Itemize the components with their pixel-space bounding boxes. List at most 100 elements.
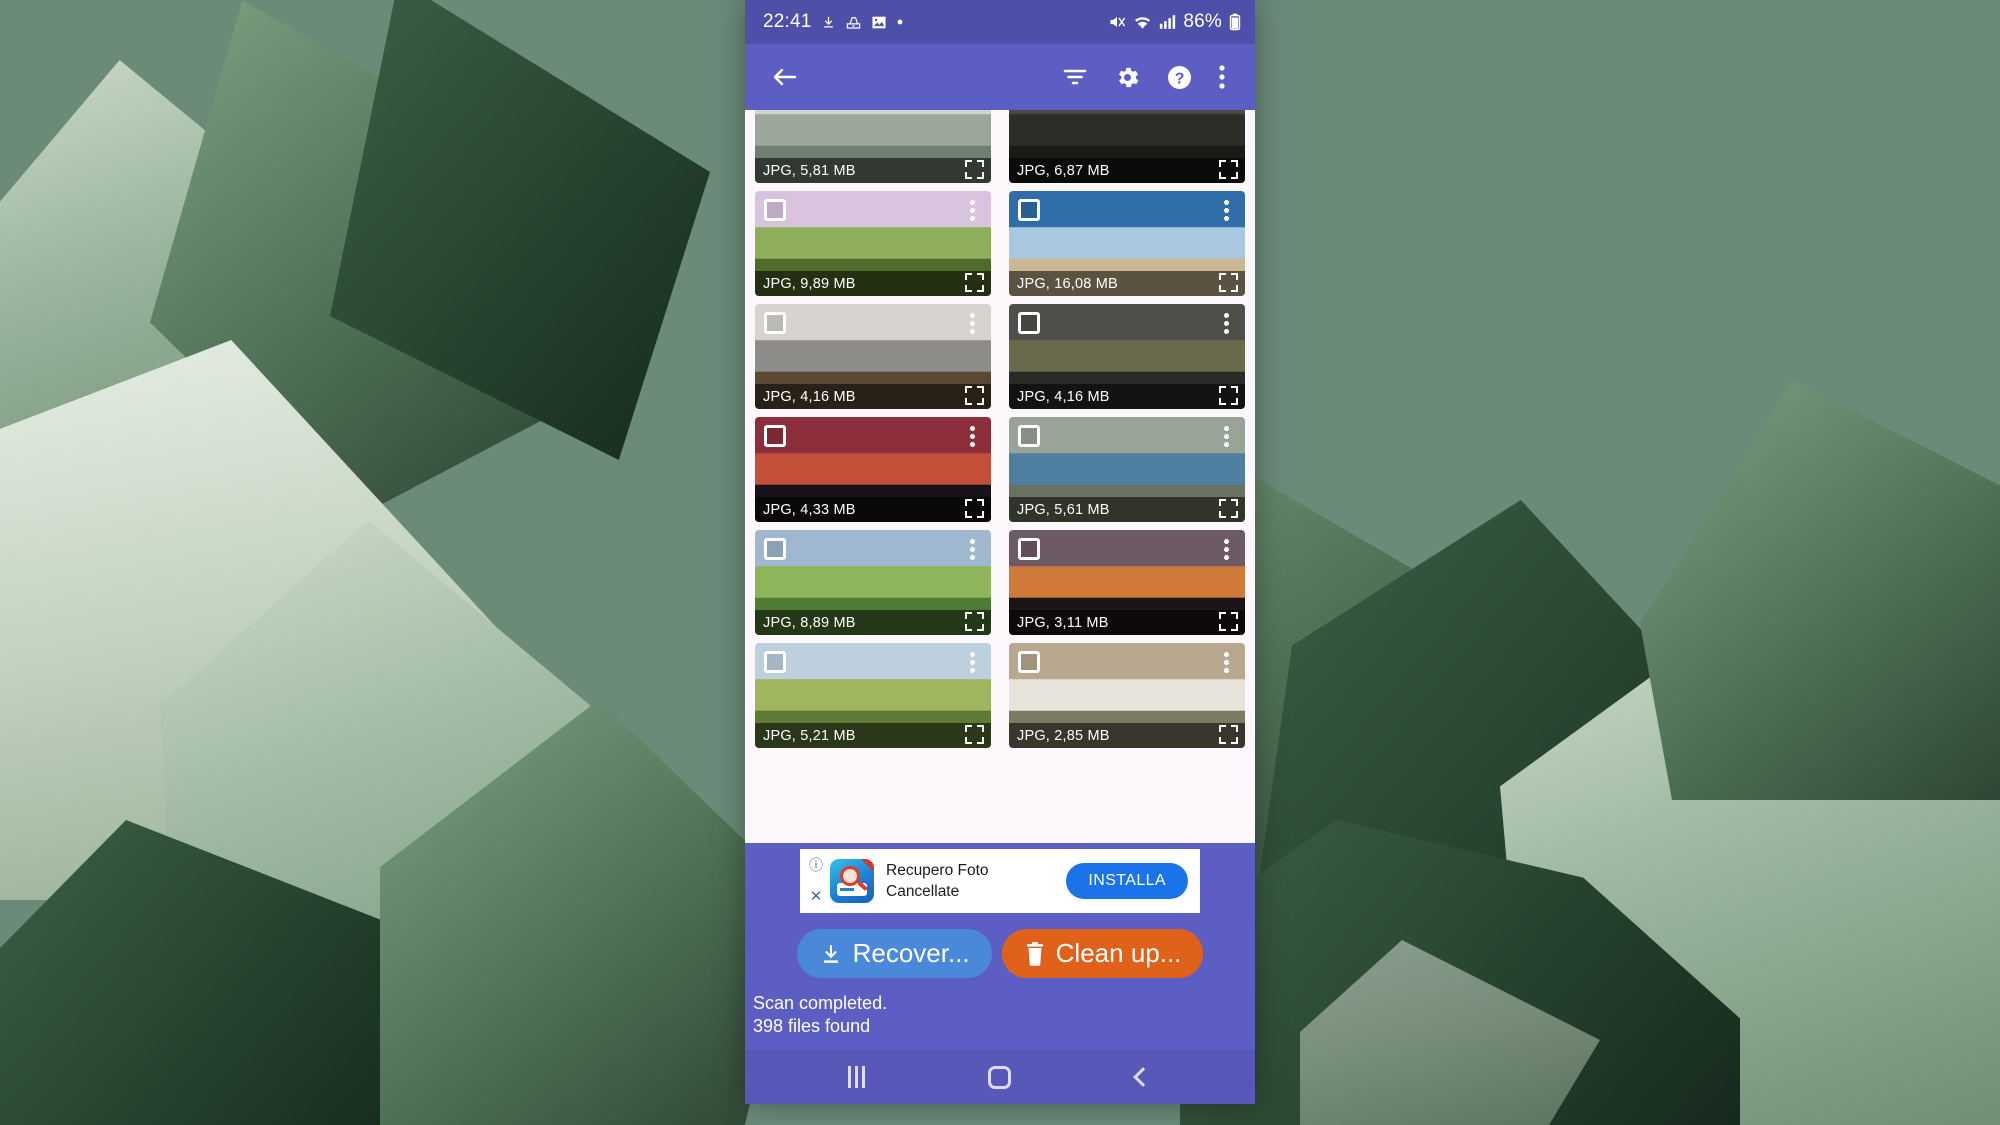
expand-icon[interactable] xyxy=(1219,499,1238,518)
wifi-icon xyxy=(1135,17,1151,29)
ad-install-button[interactable]: INSTALLA xyxy=(1066,863,1188,899)
ad-banner[interactable]: ⓘ ✕ Recupero Foto Cancellate INSTALLA xyxy=(800,849,1200,913)
ad-app-icon xyxy=(830,859,874,903)
expand-icon[interactable] xyxy=(1219,612,1238,631)
filter-icon[interactable] xyxy=(1049,51,1101,103)
photo-tile[interactable]: JPG, 4,33 MB xyxy=(755,417,991,522)
desktop-wallpaper: 22:41 86% ? JPG, 5,81 MB JPG, 6,87 MB JP… xyxy=(0,0,2000,1125)
photo-size-label: JPG, 5,61 MB xyxy=(1009,497,1245,522)
photo-overflow-menu-icon[interactable] xyxy=(962,536,982,562)
expand-icon[interactable] xyxy=(1219,160,1238,179)
ad-info-icon[interactable]: ⓘ xyxy=(809,858,823,872)
expand-icon[interactable] xyxy=(1219,386,1238,405)
back-icon[interactable] xyxy=(1113,1050,1173,1104)
photo-tile[interactable]: JPG, 5,81 MB xyxy=(755,110,991,183)
ad-title: Recupero Foto Cancellate xyxy=(886,860,1066,902)
expand-icon[interactable] xyxy=(965,612,984,631)
trash-icon xyxy=(1026,941,1043,966)
battery-percent: 86% xyxy=(1183,11,1222,32)
action-bar: Recover... Clean up... xyxy=(745,921,1255,988)
photo-size-label: JPG, 4,33 MB xyxy=(755,497,991,522)
scan-status-line2: 398 files found xyxy=(753,1016,871,1036)
photo-overflow-menu-icon[interactable] xyxy=(962,649,982,675)
recover-button[interactable]: Recover... xyxy=(796,929,992,978)
photo-overflow-menu-icon[interactable] xyxy=(1216,310,1236,336)
photo-tile[interactable]: JPG, 5,21 MB xyxy=(755,643,991,748)
photo-select-checkbox[interactable] xyxy=(1018,312,1040,334)
back-arrow-icon[interactable] xyxy=(759,51,811,103)
expand-icon[interactable] xyxy=(965,273,984,292)
status-bar-right: 86% xyxy=(1108,11,1241,33)
expand-icon[interactable] xyxy=(965,160,984,179)
status-bar-left: 22:41 xyxy=(763,11,904,33)
battery-icon xyxy=(1229,13,1241,31)
photo-select-checkbox[interactable] xyxy=(1018,651,1040,673)
photo-select-checkbox[interactable] xyxy=(764,538,786,560)
photo-overflow-menu-icon[interactable] xyxy=(1216,649,1236,675)
cleanup-button[interactable]: Clean up... xyxy=(1001,929,1204,978)
download-icon xyxy=(823,944,838,963)
photo-size-label: JPG, 2,85 MB xyxy=(1009,723,1245,748)
photo-size-label: JPG, 8,89 MB xyxy=(755,610,991,635)
photo-select-checkbox[interactable] xyxy=(764,425,786,447)
file-list-panel[interactable]: JPG, 5,81 MB JPG, 6,87 MB JPG, 9,89 MB JPG,… xyxy=(745,110,1255,843)
photo-tile[interactable]: JPG, 9,89 MB xyxy=(755,191,991,296)
photo-select-checkbox[interactable] xyxy=(1018,199,1040,221)
photo-tile[interactable]: JPG, 2,85 MB xyxy=(1009,643,1245,748)
photo-tile[interactable]: JPG, 5,61 MB xyxy=(1009,417,1245,522)
screenshot-icon xyxy=(846,16,860,29)
photo-size-label: JPG, 5,21 MB xyxy=(755,723,991,748)
photo-grid: JPG, 5,81 MB JPG, 6,87 MB JPG, 9,89 MB JPG,… xyxy=(755,110,1245,748)
cleanup-button-label: Clean up... xyxy=(1055,938,1182,968)
status-bar: 22:41 86% xyxy=(745,0,1255,44)
photo-size-label: JPG, 4,16 MB xyxy=(755,384,991,409)
photo-overflow-menu-icon[interactable] xyxy=(962,310,982,336)
recents-icon[interactable] xyxy=(827,1050,887,1104)
phone-screen: 22:41 86% ? JPG, 5,81 MB JPG, 6,87 MB JP… xyxy=(745,0,1255,1104)
photo-overflow-menu-icon[interactable] xyxy=(1216,536,1236,562)
photo-tile[interactable]: JPG, 4,16 MB xyxy=(1009,304,1245,409)
expand-icon[interactable] xyxy=(1219,273,1238,292)
ad-title-line1: Recupero Foto xyxy=(886,862,989,879)
photo-select-checkbox[interactable] xyxy=(764,312,786,334)
expand-icon[interactable] xyxy=(965,386,984,405)
photo-select-checkbox[interactable] xyxy=(764,199,786,221)
recover-button-label: Recover... xyxy=(852,938,970,968)
expand-icon[interactable] xyxy=(1219,725,1238,744)
photo-tile[interactable]: JPG, 6,87 MB xyxy=(1009,110,1245,183)
photo-size-label: JPG, 5,81 MB xyxy=(755,158,991,183)
gear-icon[interactable] xyxy=(1101,51,1153,103)
photo-size-label: JPG, 3,11 MB xyxy=(1009,610,1245,635)
photo-overflow-menu-icon[interactable] xyxy=(962,423,982,449)
help-icon[interactable]: ? xyxy=(1153,51,1205,103)
photo-select-checkbox[interactable] xyxy=(1018,425,1040,447)
image-icon xyxy=(872,16,886,28)
photo-select-checkbox[interactable] xyxy=(1018,538,1040,560)
photo-overflow-menu-icon[interactable] xyxy=(1216,197,1236,223)
photo-overflow-menu-icon[interactable] xyxy=(1216,423,1236,449)
ad-close-icon[interactable]: ✕ xyxy=(810,889,823,904)
ad-title-line2: Cancellate xyxy=(886,883,960,900)
photo-size-label: JPG, 16,08 MB xyxy=(1009,271,1245,296)
dot-icon xyxy=(897,19,902,25)
photo-overflow-menu-icon[interactable] xyxy=(962,197,982,223)
expand-icon[interactable] xyxy=(965,725,984,744)
home-icon[interactable] xyxy=(970,1050,1030,1104)
scan-status: Scan completed. 398 files found xyxy=(745,988,1255,1050)
photo-tile[interactable]: JPG, 8,89 MB xyxy=(755,530,991,635)
photo-size-label: JPG, 9,89 MB xyxy=(755,271,991,296)
photo-select-checkbox[interactable] xyxy=(764,651,786,673)
system-nav-bar xyxy=(745,1050,1255,1104)
overflow-menu-icon[interactable] xyxy=(1205,51,1239,103)
photo-tile[interactable]: JPG, 3,11 MB xyxy=(1009,530,1245,635)
expand-icon[interactable] xyxy=(965,499,984,518)
svg-text:?: ? xyxy=(1174,70,1184,87)
signal-icon xyxy=(1160,15,1176,29)
app-toolbar: ? xyxy=(745,44,1255,110)
scan-status-line1: Scan completed. xyxy=(753,993,888,1013)
mute-icon xyxy=(1110,16,1126,28)
ad-zone: ⓘ ✕ Recupero Foto Cancellate INSTALLA xyxy=(745,843,1255,921)
photo-size-label: JPG, 6,87 MB xyxy=(1009,158,1245,183)
photo-tile[interactable]: JPG, 4,16 MB xyxy=(755,304,991,409)
photo-tile[interactable]: JPG, 16,08 MB xyxy=(1009,191,1245,296)
